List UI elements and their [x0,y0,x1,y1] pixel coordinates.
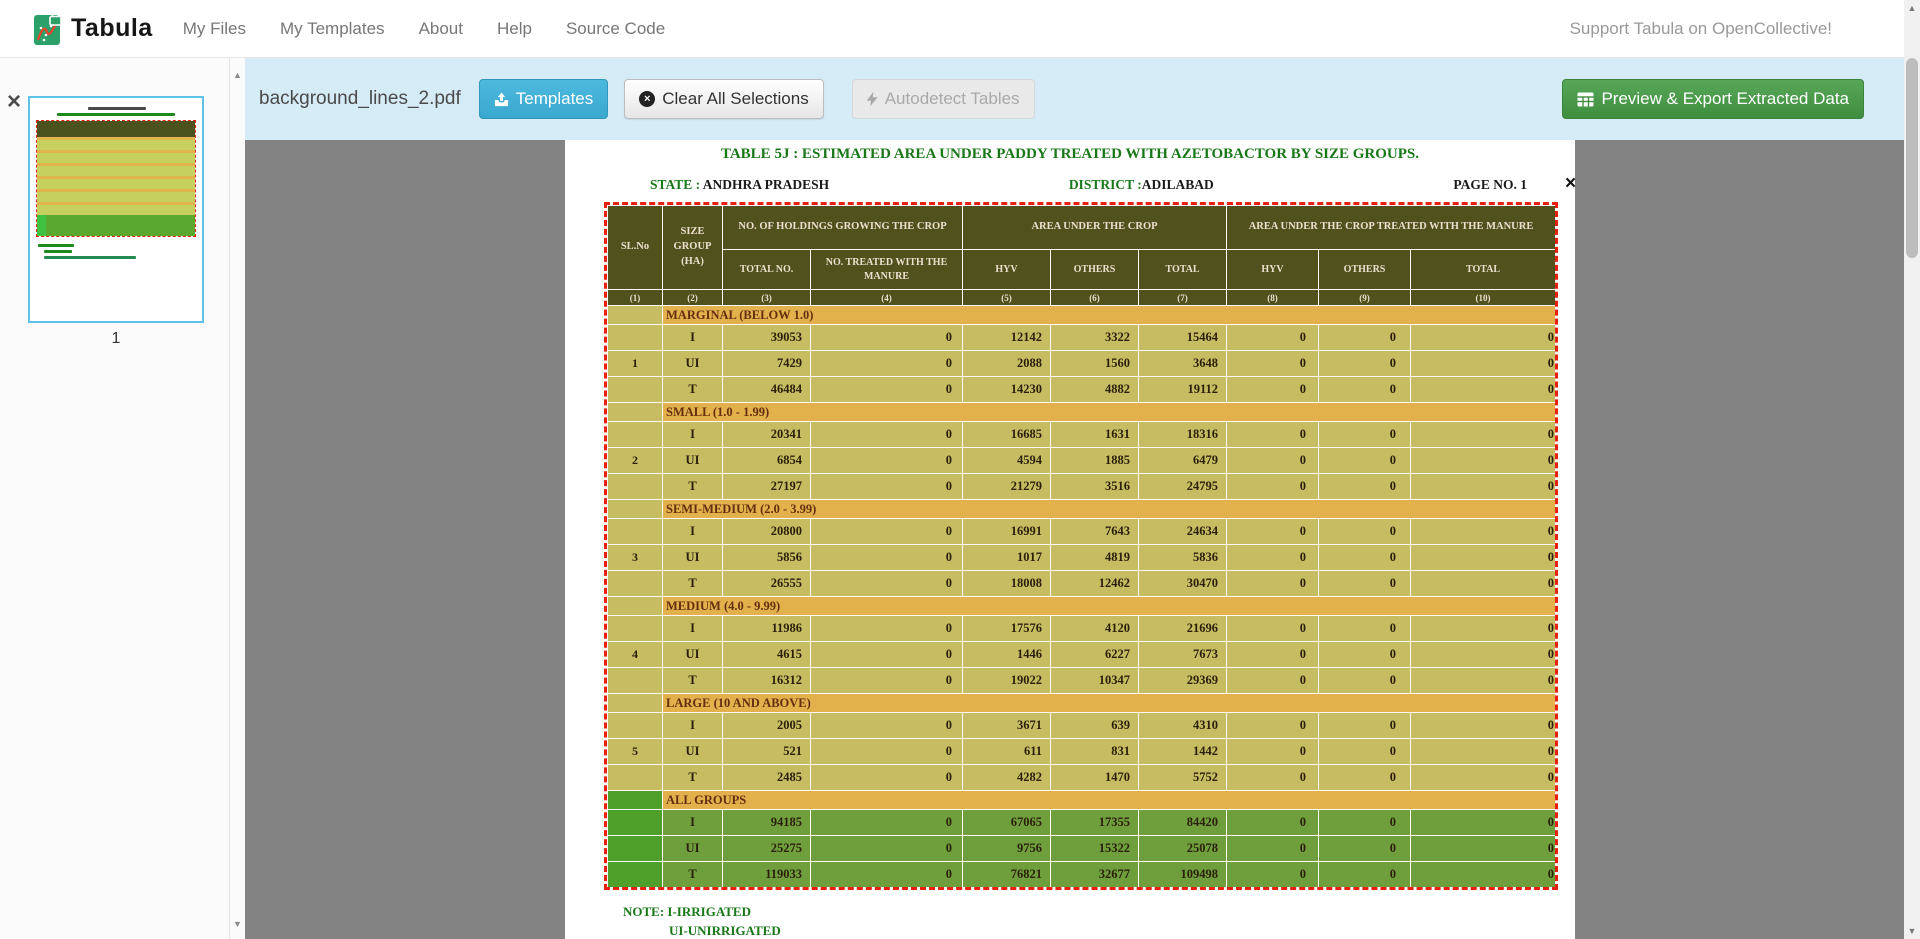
thumbnail-table-footer [37,215,195,236]
thumbnail-table-body [37,137,195,215]
autodetect-tables-button[interactable]: Autodetect Tables [852,79,1035,119]
remove-page-icon[interactable]: × [7,92,21,112]
thumbnail-note-line [44,250,72,253]
nav-source-code[interactable]: Source Code [566,19,665,39]
scroll-up-icon[interactable]: ▲ [230,70,245,80]
clear-button-label: Clear All Selections [662,89,808,109]
state-value: ANDHRA PRADESH [703,177,829,192]
document-title: TABLE 5J : ESTIMATED AREA UNDER PADDY TR… [565,140,1575,163]
nav-help[interactable]: Help [497,19,532,39]
thumbnail-note-line [44,256,136,259]
brand[interactable]: Tabula [33,11,153,47]
document-area: TABLE 5J : ESTIMATED AREA UNDER PADDY TR… [245,140,1920,939]
sidebar-scrollbar[interactable]: ▲ ▼ [229,58,245,939]
clear-selections-button[interactable]: × Clear All Selections [624,79,823,119]
preview-export-button[interactable]: Preview & Export Extracted Data [1562,79,1864,119]
scrollbar-up-icon[interactable]: ▲ [1904,3,1920,13]
thumbnail-note-line [38,244,74,247]
pdf-page[interactable]: TABLE 5J : ESTIMATED AREA UNDER PADDY TR… [565,140,1575,939]
note-line-2: UI-UNIRRIGATED [669,921,781,939]
nav-my-templates[interactable]: My Templates [280,19,385,39]
window-scrollbar[interactable]: ▲ ▼ [1904,0,1920,939]
export-button-label: Preview & Export Extracted Data [1601,89,1849,109]
scrollbar-thumb[interactable] [1906,58,1918,258]
main-area: background_lines_2.pdf Templates × Clear… [245,58,1920,939]
page-thumbnail-number: 1 [28,330,204,348]
thumbnail-mini-table [36,120,196,237]
document-meta-line: STATE : ANDHRA PRADESH DISTRICT :ADILABA… [565,177,1575,193]
selection-close-icon[interactable]: × [1565,174,1576,193]
page-no-label: PAGE NO. 1 [1453,177,1527,193]
filename-label: background_lines_2.pdf [259,88,461,110]
navbar: Tabula My Files My Templates About Help … [0,0,1920,58]
templates-button-label: Templates [516,89,593,109]
state-field: STATE : ANDHRA PRADESH [650,177,829,193]
tabula-logo-icon [33,11,63,47]
nav-about[interactable]: About [419,19,463,39]
thumbnail-subtitle-line [57,113,175,116]
nav-links: My Files My Templates About Help Source … [183,19,665,39]
page-thumbnail[interactable] [28,96,204,323]
state-label: STATE : [650,177,700,192]
scroll-down-icon[interactable]: ▼ [230,919,245,929]
content-row: × 1 ▲ ▼ background_lines_2.pdf [0,58,1920,939]
templates-button[interactable]: Templates [479,79,608,119]
district-label: DISTRICT : [1069,177,1142,192]
thumbnail-title-line [88,107,146,110]
thumbnail-table-header [37,121,195,137]
table-icon [1577,92,1594,107]
clear-icon: × [639,91,655,107]
thumbnail-allgroups-block [37,215,46,236]
lightning-icon [867,92,878,107]
templates-icon [494,92,509,107]
table-selection[interactable] [604,202,1558,890]
brand-title[interactable]: Tabula [71,14,153,43]
nav-my-files[interactable]: My Files [183,19,246,39]
district-field: DISTRICT :ADILABAD [1069,177,1214,193]
nav-support-link[interactable]: Support Tabula on OpenCollective! [1570,19,1832,39]
document-note: NOTE: I-IRRIGATED UI-UNIRRIGATED [623,902,781,939]
autodetect-button-label: Autodetect Tables [885,89,1020,109]
toolbar: background_lines_2.pdf Templates × Clear… [245,58,1920,140]
note-line-1: NOTE: I-IRRIGATED [623,902,781,921]
sidebar: × 1 ▲ ▼ [0,58,245,939]
district-value: ADILABAD [1142,177,1214,192]
scrollbar-down-icon[interactable]: ▼ [1904,926,1920,936]
